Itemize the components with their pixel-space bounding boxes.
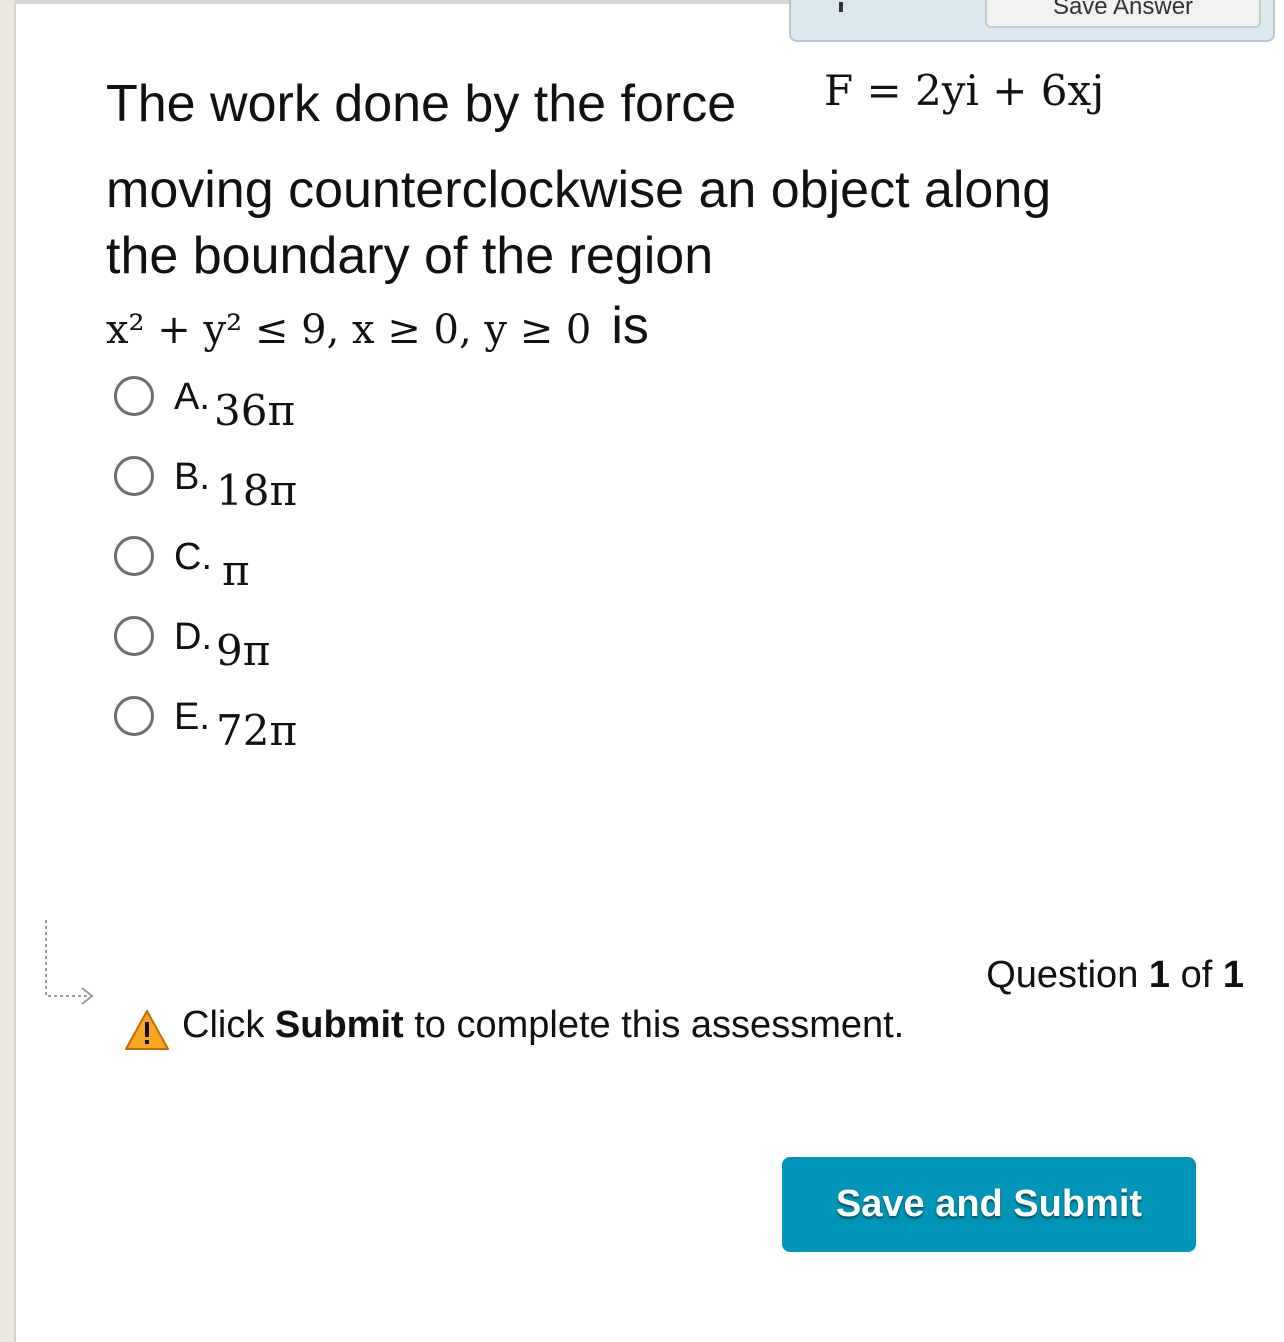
save-answer-button[interactable]: Save Answer (985, 0, 1261, 28)
choice-value: π (222, 546, 250, 595)
choice-letter: E. (174, 696, 210, 738)
progress-total: 1 (1222, 954, 1244, 996)
force-formula: F = 2yi + 6xj (824, 66, 1105, 115)
radio-icon[interactable] (114, 696, 154, 736)
choice-value: 18π (216, 466, 298, 515)
question-line-3: the boundary of the region (106, 227, 714, 285)
choice-letter: D. (174, 616, 212, 658)
warning-bold: Submit (274, 1004, 404, 1046)
next-arrow-icon (45, 920, 94, 1005)
radio-icon[interactable] (114, 616, 154, 656)
save-answer-bar: Save Answer (789, 0, 1275, 42)
choice-value: 72π (216, 706, 298, 755)
warning-icon (125, 1010, 169, 1050)
question-line-2: moving counterclockwise an object along (106, 161, 1052, 219)
progress-prefix: Question (986, 954, 1139, 996)
choice-value: 36π (214, 386, 296, 435)
progress-of: of (1180, 954, 1213, 996)
warning-text: Click Submit to complete this assessment… (182, 1004, 904, 1047)
warning-post: to complete this assessment. (414, 1004, 905, 1046)
choice-value: 9π (216, 626, 271, 675)
save-bar-mark (839, 2, 843, 12)
choice-letter: A. (174, 376, 210, 418)
region-formula: x² + y² ≤ 9, x ≥ 0, y ≥ 0 (106, 307, 592, 353)
question-is: is (611, 297, 649, 355)
radio-icon[interactable] (114, 536, 154, 576)
question-line-4: x² + y² ≤ 9, x ≥ 0, y ≥ 0 is (106, 294, 649, 362)
question-progress: Question 1 of 1 (986, 954, 1244, 997)
question-line-1: The work done by the force (106, 72, 736, 136)
top-divider (14, 0, 804, 4)
radio-icon[interactable] (114, 376, 154, 416)
progress-current: 1 (1148, 954, 1171, 996)
warning-pre: Click (182, 1004, 265, 1046)
question-intro: The work done by the force (106, 75, 737, 133)
choice-letter: C. (174, 536, 212, 578)
save-and-submit-button[interactable]: Save and Submit (782, 1157, 1196, 1252)
choice-letter: B. (174, 456, 210, 498)
radio-icon[interactable] (114, 456, 154, 496)
